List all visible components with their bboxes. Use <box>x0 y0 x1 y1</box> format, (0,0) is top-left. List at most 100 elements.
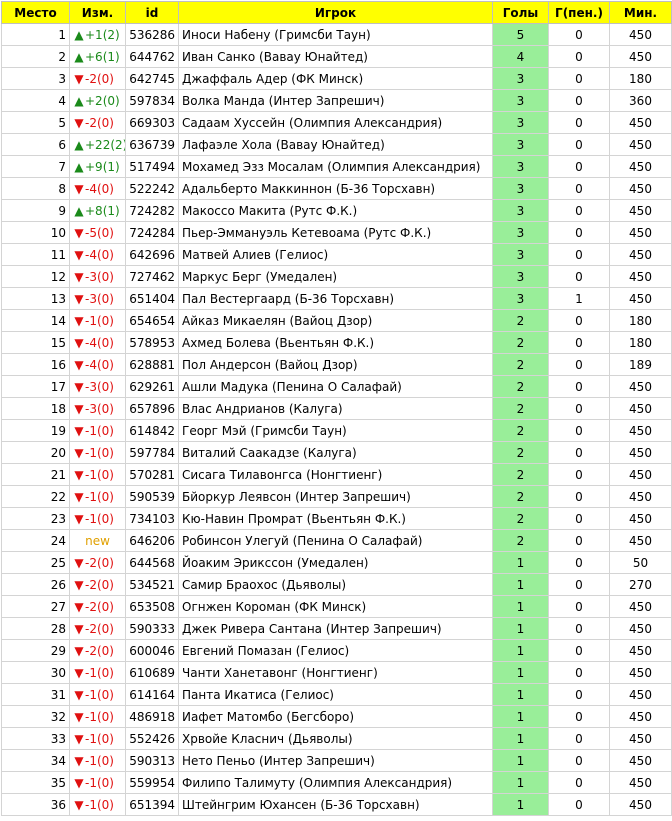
table-row[interactable]: 24 new 646206 Робинсон Улегуй (Пенина О Сал… <box>1 529 672 552</box>
header-id[interactable]: id <box>125 1 179 24</box>
table-row[interactable]: 15 ▼-4(0) 578953 Ахмед Болева (Вьентьян Ф.К… <box>1 331 672 354</box>
change-cell: ▼-1(0) <box>69 771 126 794</box>
arrow-down-icon: ▼ <box>74 291 84 306</box>
table-row[interactable]: 18 ▼-3(0) 657896 Влас Андрианов (Калуга) 2 0 4… <box>1 397 672 420</box>
penalties-cell: 0 <box>548 309 610 332</box>
place-cell: 32 <box>1 705 70 728</box>
goals-cell: 1 <box>492 617 549 640</box>
table-row[interactable]: 2 ▲+6(1) 644762 Иван Санко (Вавау Юнайтед) 4… <box>1 45 672 68</box>
table-row[interactable]: 17 ▼-3(0) 629261 Ашли Мадука (Пенина О Сала… <box>1 375 672 398</box>
place-cell: 3 <box>1 67 70 90</box>
change-cell: ▼-1(0) <box>69 793 126 816</box>
arrow-down-icon: ▼ <box>74 621 84 636</box>
header-player[interactable]: Игрок <box>178 1 493 24</box>
table-row[interactable]: 30 ▼-1(0) 610689 Чанти Ханетавонг (Нонгтиен… <box>1 661 672 684</box>
penalties-cell: 0 <box>548 463 610 486</box>
place-cell: 33 <box>1 727 70 750</box>
table-row[interactable]: 21 ▼-1(0) 570281 Сисага Тилавонгса (Нонгтие… <box>1 463 672 486</box>
table-row[interactable]: 33 ▼-1(0) 552426 Хрвойе Класнич (Дьяволы) 1 0… <box>1 727 672 750</box>
change-cell: ▼-2(0) <box>69 551 126 574</box>
place-cell: 18 <box>1 397 70 420</box>
player-cell: Ахмед Болева (Вьентьян Ф.К.) <box>178 331 493 354</box>
penalties-cell: 0 <box>548 177 610 200</box>
change-cell: ▼-1(0) <box>69 683 126 706</box>
table-row[interactable]: 9 ▲+8(1) 724282 Макоссо Макита (Рутс Ф.К.) 3… <box>1 199 672 222</box>
place-cell: 10 <box>1 221 70 244</box>
table-row[interactable]: 11 ▼-4(0) 642696 Матвей Алиев (Гелиос) 3 0 450 <box>1 243 672 266</box>
goals-cell: 1 <box>492 727 549 750</box>
header-minutes[interactable]: Мин. <box>609 1 672 24</box>
id-cell: 578953 <box>125 331 179 354</box>
goals-cell: 2 <box>492 309 549 332</box>
goals-cell: 3 <box>492 155 549 178</box>
table-row[interactable]: 28 ▼-2(0) 590333 Джек Ривера Сантана (Интер… <box>1 617 672 640</box>
id-cell: 536286 <box>125 23 179 46</box>
table-row[interactable]: 8 ▼-4(0) 522242 Адальберто Маккиннон (Б-36 … <box>1 177 672 200</box>
table-row[interactable]: 22 ▼-1(0) 590539 Бйоркур Леявсон (Интер Зап… <box>1 485 672 508</box>
place-cell: 12 <box>1 265 70 288</box>
table-row[interactable]: 5 ▼-2(0) 669303 Садаам Хуссейн (Олимпия Але… <box>1 111 672 134</box>
player-cell: Адальберто Маккиннон (Б-36 Торсхавн) <box>178 177 493 200</box>
table-row[interactable]: 19 ▼-1(0) 614842 Георг Мэй (Гримсби Таун) 2 0… <box>1 419 672 442</box>
table-row[interactable]: 4 ▲+2(0) 597834 Волка Манда (Интер Запрешич… <box>1 89 672 112</box>
table-row[interactable]: 14 ▼-1(0) 654654 Айказ Микаелян (Вайоц Дзор… <box>1 309 672 332</box>
goals-cell: 2 <box>492 419 549 442</box>
player-cell: Йоаким Эрикссон (Умедален) <box>178 551 493 574</box>
table-row[interactable]: 13 ▼-3(0) 651404 Пал Вестергаард (Б-36 Торс… <box>1 287 672 310</box>
penalties-cell: 0 <box>548 375 610 398</box>
penalties-cell: 0 <box>548 155 610 178</box>
place-cell: 25 <box>1 551 70 574</box>
header-place[interactable]: Место <box>1 1 70 24</box>
table-row[interactable]: 10 ▼-5(0) 724284 Пьер-Эммануэль Кетевоама (… <box>1 221 672 244</box>
penalties-cell: 0 <box>548 683 610 706</box>
change-cell: ▲+9(1) <box>69 155 126 178</box>
table-row[interactable]: 32 ▼-1(0) 486918 Иафет Матомбо (Бегсборо) 1 0… <box>1 705 672 728</box>
place-cell: 20 <box>1 441 70 464</box>
penalties-cell: 0 <box>548 111 610 134</box>
table-row[interactable]: 31 ▼-1(0) 614164 Панта Икатиса (Гелиос) 1 0 45… <box>1 683 672 706</box>
table-row[interactable]: 29 ▼-2(0) 600046 Евгений Помазан (Гелиос) 1 0… <box>1 639 672 662</box>
header-goals[interactable]: Голы <box>492 1 549 24</box>
header-penalties[interactable]: Г(пен.) <box>548 1 610 24</box>
table-row[interactable]: 20 ▼-1(0) 597784 Виталий Саакадзе (Калуга) 2… <box>1 441 672 464</box>
change-value: -1(0) <box>85 445 114 460</box>
place-cell: 15 <box>1 331 70 354</box>
table-row[interactable]: 27 ▼-2(0) 653508 Огнжен Короман (ФК Минск) 1… <box>1 595 672 618</box>
player-cell: Георг Мэй (Гримсби Таун) <box>178 419 493 442</box>
table-row[interactable]: 12 ▼-3(0) 727462 Маркус Берг (Умедален) 3 0 45… <box>1 265 672 288</box>
arrow-down-icon: ▼ <box>74 665 84 680</box>
table-row[interactable]: 35 ▼-1(0) 559954 Филипо Талимуту (Олимпия А… <box>1 771 672 794</box>
penalties-cell: 0 <box>548 573 610 596</box>
arrow-down-icon: ▼ <box>74 379 84 394</box>
change-value: -2(0) <box>85 115 114 130</box>
change-value: -1(0) <box>85 709 114 724</box>
minutes-cell: 450 <box>609 265 672 288</box>
change-cell: ▼-2(0) <box>69 111 126 134</box>
table-row[interactable]: 7 ▲+9(1) 517494 Мохамед Эзз Мосалам (Олимпи… <box>1 155 672 178</box>
place-cell: 22 <box>1 485 70 508</box>
table-row[interactable]: 1 ▲+1(2) 536286 Иноси Набену (Гримсби Таун)… <box>1 23 672 46</box>
change-value: -4(0) <box>85 247 114 262</box>
penalties-cell: 0 <box>548 397 610 420</box>
change-value: -1(0) <box>85 489 114 504</box>
table-row[interactable]: 26 ▼-2(0) 534521 Самир Браохос (Дьяволы) 1 0 2… <box>1 573 672 596</box>
table-row[interactable]: 25 ▼-2(0) 644568 Йоаким Эрикссон (Умедален)… <box>1 551 672 574</box>
table-row[interactable]: 23 ▼-1(0) 734103 Кю-Навин Промрат (Вьентьян… <box>1 507 672 530</box>
change-value: -1(0) <box>85 665 114 680</box>
minutes-cell: 450 <box>609 485 672 508</box>
table-row[interactable]: 3 ▼-2(0) 642745 Джаффаль Адер (ФК Минск) 3 0 1… <box>1 67 672 90</box>
arrow-down-icon: ▼ <box>74 71 84 86</box>
goals-cell: 2 <box>492 375 549 398</box>
table-row[interactable]: 6 ▲+22(2) 636739 Лафаэле Хола (Вавау Юнайте… <box>1 133 672 156</box>
id-cell: 597784 <box>125 441 179 464</box>
table-row[interactable]: 16 ▼-4(0) 628881 Пол Андерсон (Вайоц Дзор) 2… <box>1 353 672 376</box>
table-row[interactable]: 34 ▼-1(0) 590313 Нето Пеньо (Интер Запрешич… <box>1 749 672 772</box>
id-cell: 590539 <box>125 485 179 508</box>
change-cell: ▲+8(1) <box>69 199 126 222</box>
goals-cell: 2 <box>492 441 549 464</box>
table-row[interactable]: 36 ▼-1(0) 651394 Штейнгрим Юхансен (Б-36 То… <box>1 793 672 816</box>
player-cell: Бйоркур Леявсон (Интер Запрешич) <box>178 485 493 508</box>
change-cell: ▼-1(0) <box>69 507 126 530</box>
header-change[interactable]: Изм. <box>69 1 126 24</box>
minutes-cell: 450 <box>609 529 672 552</box>
